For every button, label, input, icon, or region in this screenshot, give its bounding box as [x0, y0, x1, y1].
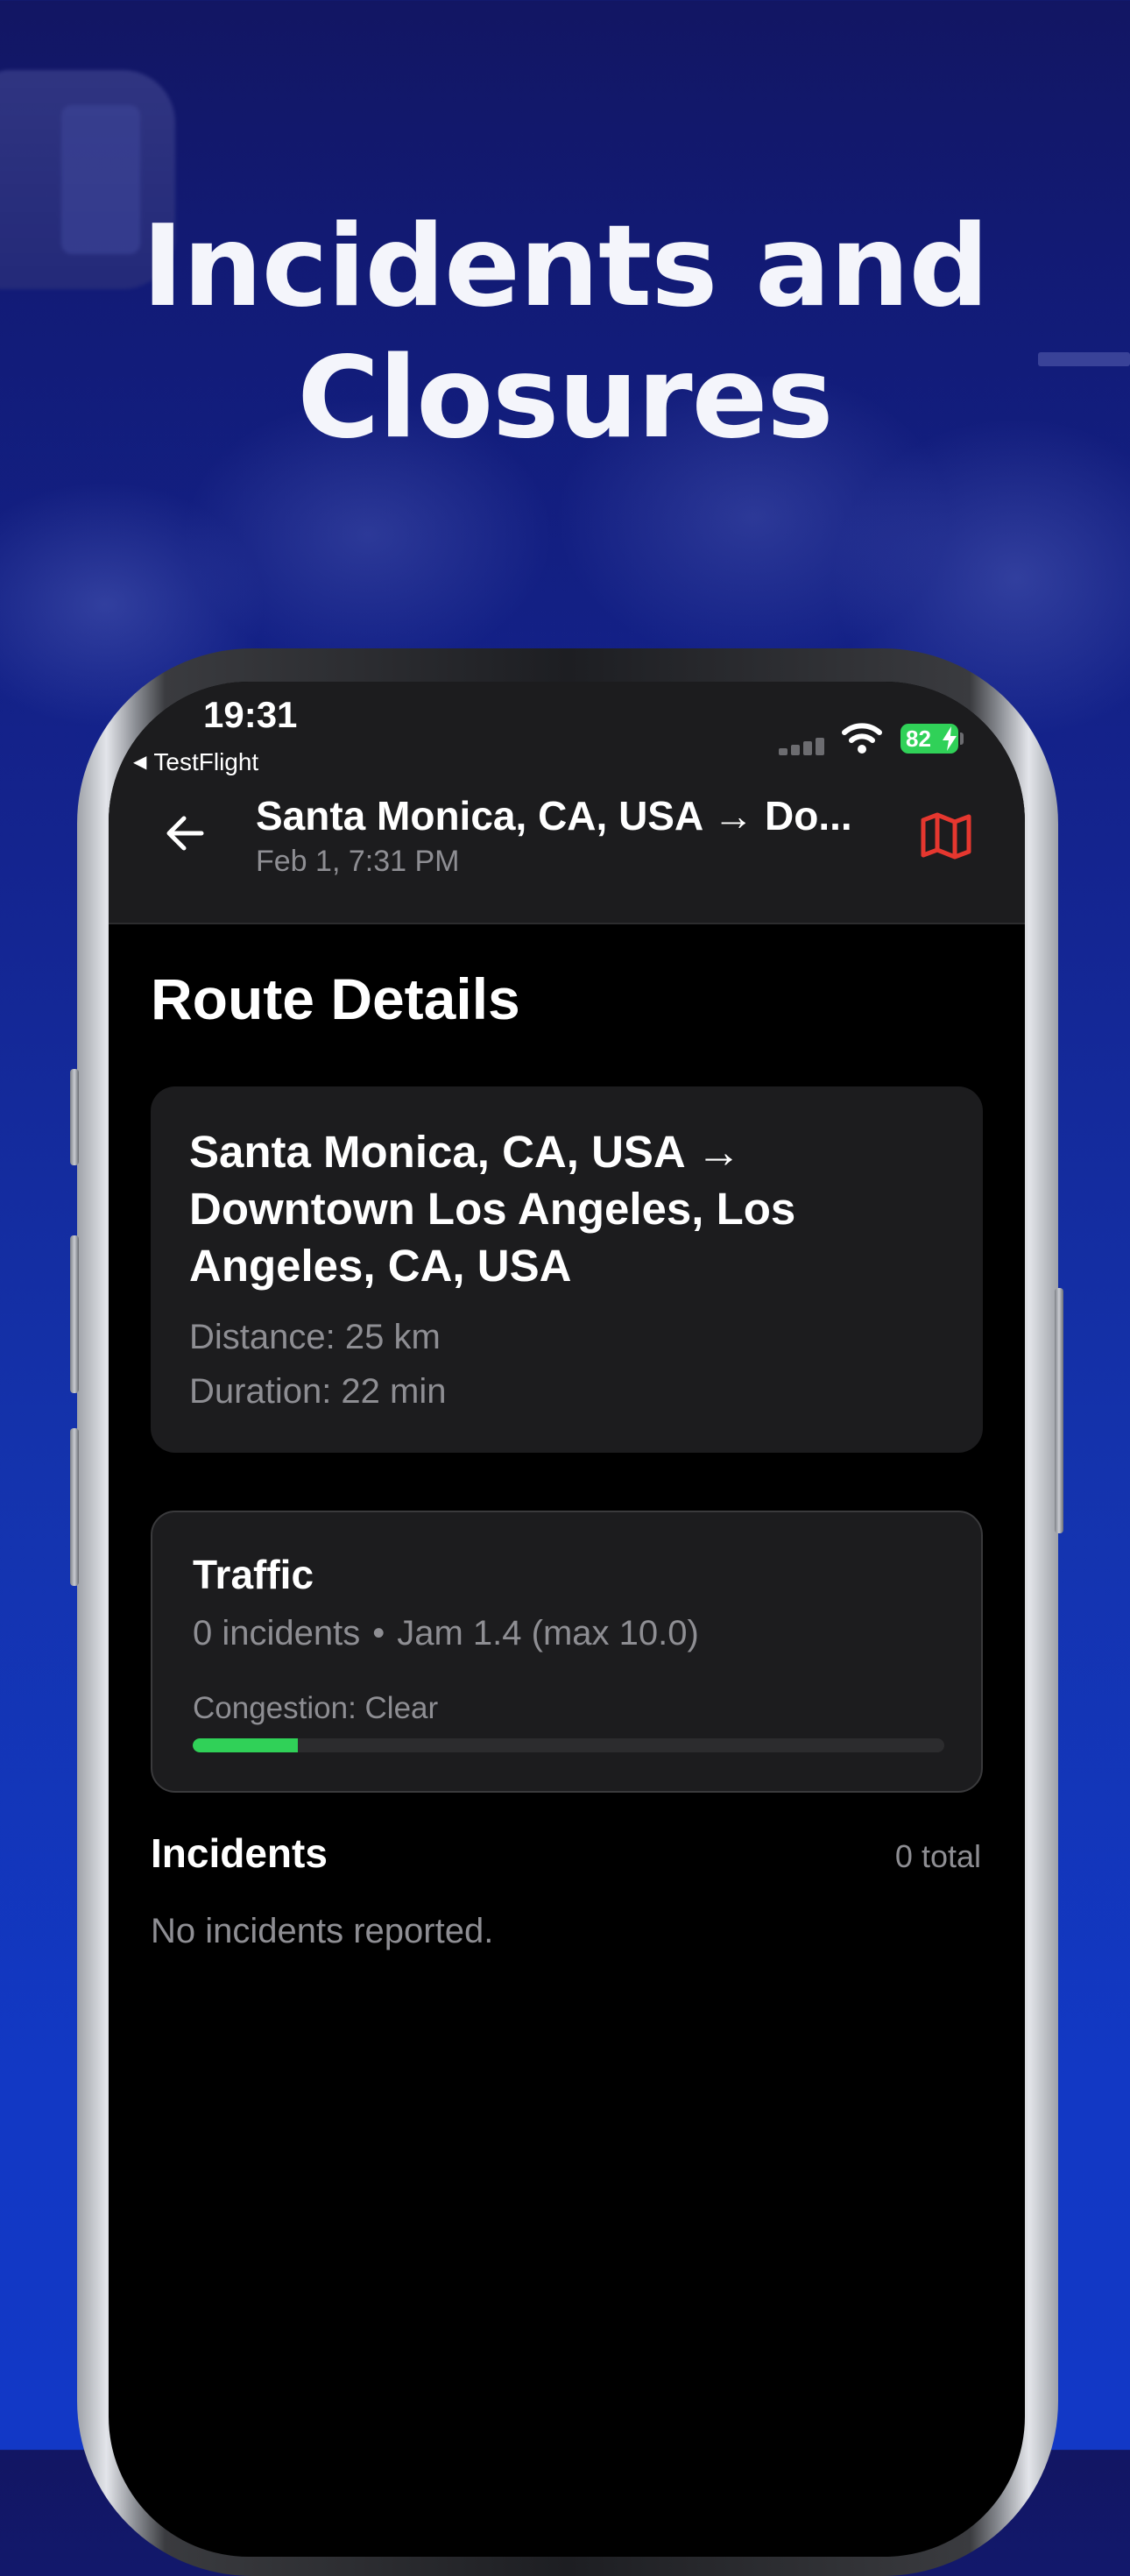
incidents-heading: Incidents — [151, 1830, 328, 1876]
phone-volume-up-button — [70, 1235, 79, 1393]
arrow-left-icon[interactable] — [161, 810, 208, 857]
phone-screen: 19:31 ◀ TestFlight 82 Santa Monica, CA, U… — [109, 682, 1025, 2557]
nav-title: Santa Monica, CA, USA → Do... — [256, 793, 852, 839]
status-time: 19:31 — [203, 694, 298, 735]
traffic-summary: 0 incidents • Jam 1.4 (max 10.0) — [193, 1614, 699, 1653]
route-name: Santa Monica, CA, USA → Downtown Los Ang… — [189, 1127, 796, 1291]
route-distance: Distance: 25 km — [189, 1318, 441, 1356]
phone-power-button — [1055, 1288, 1063, 1533]
traffic-separator: • — [372, 1614, 385, 1652]
phone-side-button — [70, 1069, 79, 1165]
promo-headline-line2: Closures — [297, 333, 833, 464]
phone-volume-down-button — [70, 1428, 79, 1586]
back-app-label: TestFlight — [153, 748, 259, 775]
congestion-bar — [193, 1738, 944, 1752]
traffic-jam-factor: Jam 1.4 (max 10.0) — [397, 1614, 699, 1652]
promo-headline: Incidents and Closures — [0, 202, 1130, 464]
traffic-title: Traffic — [193, 1552, 314, 1597]
traffic-card: Traffic 0 incidents • Jam 1.4 (max 10.0) C… — [151, 1511, 983, 1793]
wifi-icon — [842, 723, 882, 754]
traffic-incident-count: 0 incidents — [193, 1614, 361, 1652]
nav-subtitle: Feb 1, 7:31 PM — [256, 845, 460, 878]
battery-level: 82 — [906, 725, 931, 752]
promo-headline-line1: Incidents and — [141, 202, 989, 332]
back-triangle-icon: ◀ — [133, 753, 147, 772]
page-title: Route Details — [151, 966, 520, 1031]
congestion-label: Congestion: Clear — [193, 1691, 439, 1725]
incidents-empty-message: No incidents reported. — [151, 1912, 494, 1950]
battery-indicator: 82 — [900, 724, 958, 754]
charging-bolt-icon — [943, 726, 957, 751]
cellular-signal-icon — [779, 734, 828, 755]
top-bar: 19:31 ◀ TestFlight 82 Santa Monica, CA, U… — [109, 682, 1025, 924]
incidents-total: 0 total — [894, 1838, 981, 1874]
back-to-app-link[interactable]: ◀ TestFlight — [133, 748, 258, 776]
route-card: Santa Monica, CA, USA → Downtown Los Ang… — [151, 1086, 983, 1453]
route-duration: Duration: 22 min — [189, 1372, 447, 1411]
battery-cap — [960, 732, 964, 745]
map-icon[interactable] — [918, 808, 974, 864]
top-bar-divider — [109, 923, 1025, 924]
congestion-bar-fill — [193, 1738, 299, 1752]
